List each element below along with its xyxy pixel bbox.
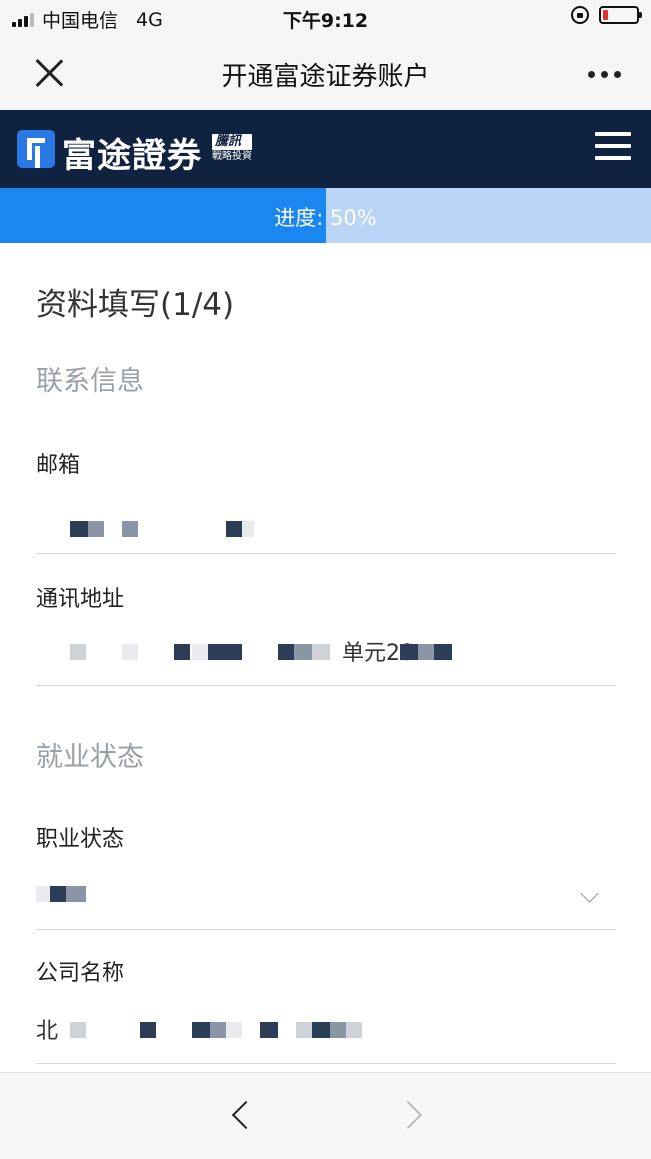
redaction-block bbox=[330, 1022, 346, 1038]
company-field[interactable]: 北 bbox=[36, 1007, 616, 1064]
redaction-block bbox=[122, 521, 138, 537]
back-arrow-icon[interactable] bbox=[231, 1100, 261, 1130]
page-title: 资料填写(1/4) bbox=[36, 287, 235, 323]
redaction-block bbox=[226, 521, 242, 537]
brand-header: 富途證券 騰訊 戰略投資 bbox=[0, 110, 651, 188]
redaction-block bbox=[210, 1022, 226, 1038]
redaction-block bbox=[242, 521, 254, 537]
nav-title: 开通富途证券账户 bbox=[221, 62, 430, 92]
redaction-block bbox=[70, 1022, 86, 1038]
address-field[interactable]: 单元20 bbox=[36, 629, 616, 686]
company-label: 公司名称 bbox=[36, 961, 125, 986]
chevron-down-icon bbox=[580, 884, 599, 903]
badge-title: 騰訊 bbox=[212, 134, 252, 150]
occupation-label: 职业状态 bbox=[36, 827, 125, 852]
redaction-block bbox=[192, 644, 208, 660]
redaction-block bbox=[88, 521, 104, 537]
redaction-block bbox=[434, 644, 452, 660]
redaction-block bbox=[36, 886, 50, 902]
hamburger-icon[interactable] bbox=[595, 132, 631, 164]
brand-name: 富途證券 bbox=[62, 136, 202, 176]
redaction-block bbox=[294, 644, 312, 660]
address-label: 通讯地址 bbox=[36, 587, 125, 612]
status-time: 下午9:12 bbox=[282, 10, 369, 32]
status-bar: 中国电信 4G 下午9:12 bbox=[0, 0, 651, 36]
battery-level bbox=[603, 10, 608, 20]
redaction-block bbox=[122, 644, 138, 660]
company-value: 北 bbox=[36, 1019, 59, 1044]
rotation-lock-icon bbox=[571, 6, 589, 24]
browser-toolbar bbox=[0, 1072, 651, 1159]
section-contact: 联系信息 bbox=[36, 366, 144, 397]
nav-bar: 开通富途证券账户 bbox=[0, 36, 651, 110]
redaction-block bbox=[312, 644, 330, 660]
more-dots-icon[interactable] bbox=[588, 71, 621, 78]
section-employment: 就业状态 bbox=[36, 742, 144, 773]
battery-icon bbox=[599, 6, 642, 24]
redaction-block bbox=[226, 1022, 242, 1038]
status-right bbox=[571, 6, 642, 24]
occupation-select[interactable] bbox=[36, 873, 616, 930]
redaction-block bbox=[192, 1022, 210, 1038]
redaction-block bbox=[278, 644, 294, 660]
forward-arrow-icon[interactable] bbox=[393, 1100, 423, 1130]
redaction-block bbox=[346, 1022, 362, 1038]
progress-label: 进度: 50% bbox=[274, 206, 377, 230]
redaction-block bbox=[260, 1022, 278, 1038]
email-field[interactable] bbox=[36, 497, 616, 554]
redaction-block bbox=[70, 521, 88, 537]
redaction-block bbox=[174, 644, 190, 660]
redaction-block bbox=[418, 644, 434, 660]
redaction-block bbox=[140, 1022, 156, 1038]
progress-bar: 进度: 50% bbox=[0, 188, 651, 243]
redaction-block bbox=[70, 644, 86, 660]
redaction-block bbox=[400, 644, 418, 660]
redaction-block bbox=[296, 1022, 312, 1038]
futu-logo-icon bbox=[17, 130, 55, 168]
redaction-block bbox=[312, 1022, 330, 1038]
redaction-block bbox=[208, 644, 242, 660]
badge-subtitle: 戰略投資 bbox=[212, 151, 252, 162]
redaction-block bbox=[66, 886, 86, 902]
email-label: 邮箱 bbox=[36, 453, 81, 478]
redaction-block bbox=[50, 886, 66, 902]
tencent-badge: 騰訊 戰略投資 bbox=[212, 134, 252, 164]
